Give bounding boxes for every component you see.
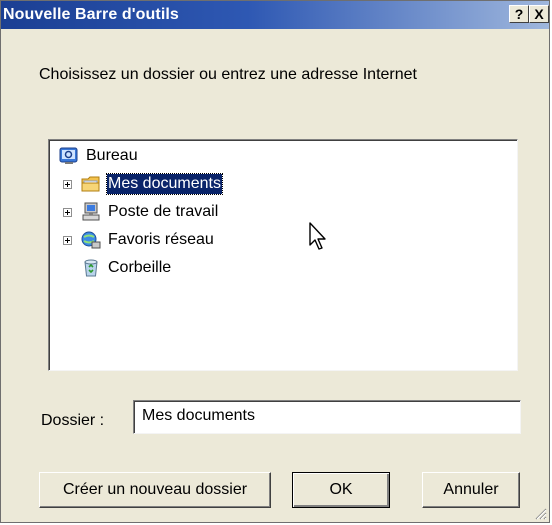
tree-item-label: Bureau: [86, 147, 138, 164]
folder-icon: [81, 174, 101, 194]
desktop-icon: [59, 146, 79, 166]
window-title: Nouvelle Barre d'outils: [3, 6, 179, 23]
tree-item-label: Mes documents: [106, 173, 223, 195]
computer-icon: [81, 202, 101, 222]
title-bar[interactable]: Nouvelle Barre d'outils ? X: [1, 1, 549, 29]
close-button[interactable]: X: [529, 5, 549, 23]
help-button[interactable]: ?: [509, 5, 529, 23]
recycle-bin-icon: [81, 258, 101, 278]
folder-input[interactable]: Mes documents: [133, 400, 521, 434]
expand-icon[interactable]: [63, 208, 72, 217]
expand-icon[interactable]: [63, 180, 72, 189]
mouse-pointer-icon: [308, 221, 330, 251]
resize-grip-icon[interactable]: [533, 506, 547, 520]
folder-field-label: Dossier :: [41, 412, 105, 429]
tree-item-label: Corbeille: [108, 259, 172, 276]
new-folder-button[interactable]: Créer un nouveau dossier: [39, 472, 271, 508]
expand-icon[interactable]: [63, 236, 72, 245]
network-icon: [81, 230, 101, 250]
tree-item-label: Poste de travail: [108, 203, 219, 220]
dialog-window: Nouvelle Barre d'outils ? X Choisissez u…: [0, 0, 550, 523]
instruction-text: Choisissez un dossier ou entrez une adre…: [39, 66, 417, 83]
tree-item-label: Favoris réseau: [108, 231, 214, 248]
cancel-button[interactable]: Annuler: [422, 472, 520, 508]
folder-tree[interactable]: Bureau Mes documents Poste de travail Fa…: [48, 139, 518, 371]
ok-button[interactable]: OK: [292, 472, 390, 508]
